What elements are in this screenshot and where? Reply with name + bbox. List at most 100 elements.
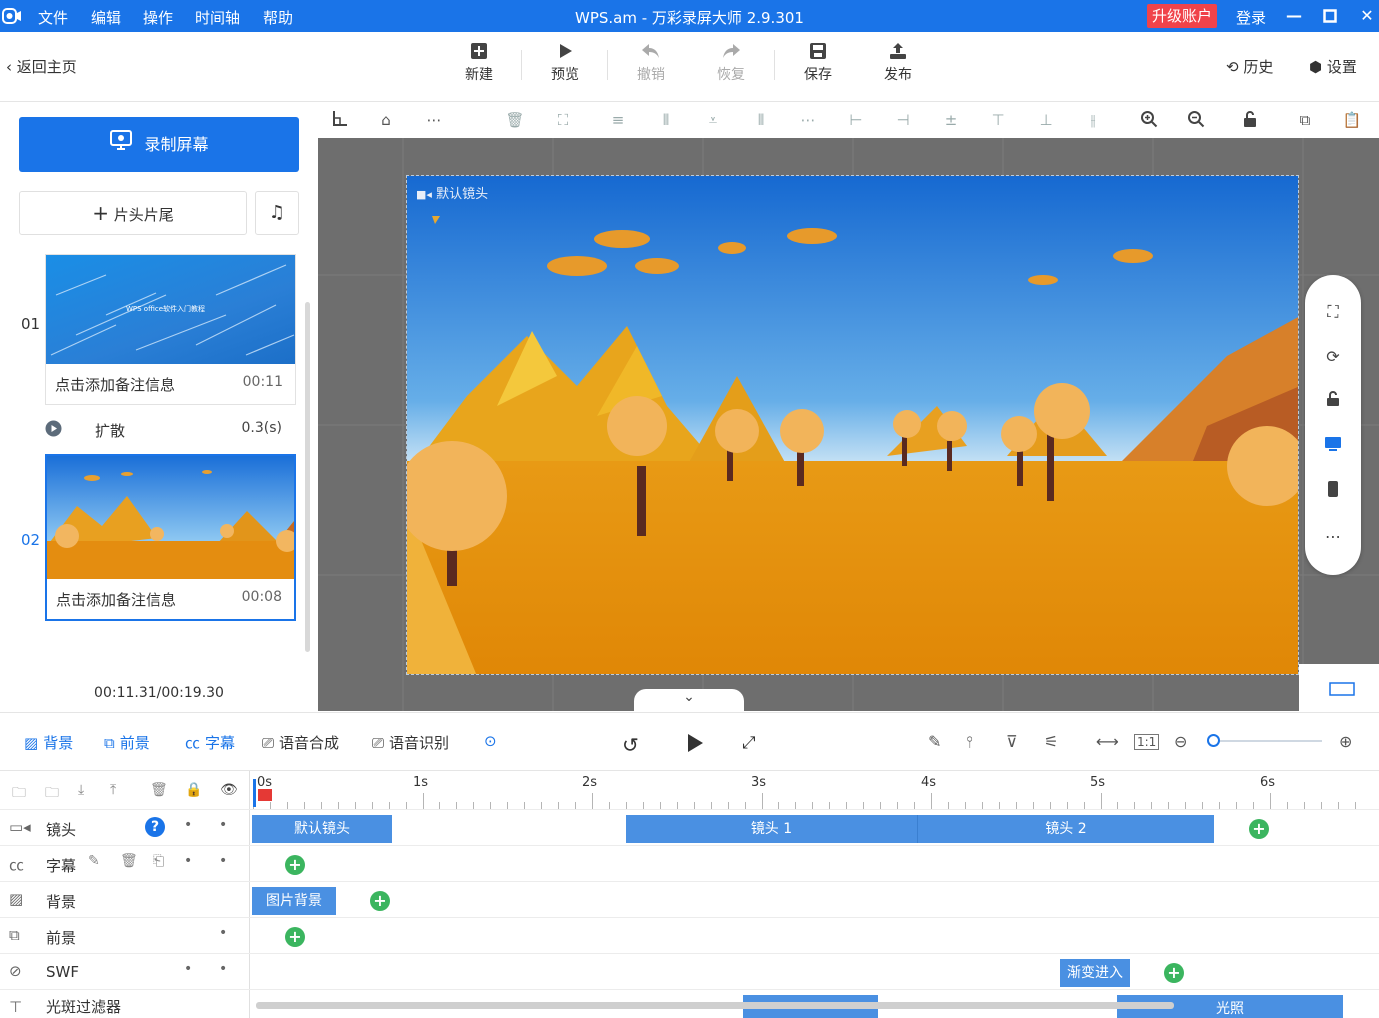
toolbar-divider xyxy=(607,50,608,80)
align-middle-icon[interactable]: ⫴ xyxy=(656,110,676,130)
add-folder-icon[interactable]: 🗀 xyxy=(12,782,26,806)
back-home-button[interactable]: ‹ 返回主页 xyxy=(6,56,77,77)
split-icon[interactable]: ⫯ xyxy=(966,732,973,752)
align-baseline-icon[interactable]: ⊥ xyxy=(1036,110,1056,130)
rotate-icon[interactable]: ⟳ xyxy=(1321,345,1345,369)
track-swf: ⊘ SWF • • 渐变进入 + xyxy=(0,953,1379,990)
distribute-h-icon[interactable]: ⦀ xyxy=(751,110,771,130)
new-folder-icon[interactable]: 🗀 xyxy=(45,782,59,806)
playhead[interactable] xyxy=(252,779,274,807)
scene-note[interactable]: 点击添加备注信息 xyxy=(56,589,176,610)
undo-button[interactable]: 撤销 xyxy=(626,42,676,84)
desktop-view-icon[interactable] xyxy=(1321,435,1345,459)
unlock-icon[interactable] xyxy=(1240,110,1260,130)
align-left-icon[interactable]: ⊢ xyxy=(846,110,866,130)
align-top-icon[interactable]: ⊤ xyxy=(988,110,1008,130)
zoom-in-circle-icon[interactable]: ⊕ xyxy=(1339,732,1352,751)
add-foreground-button[interactable]: + xyxy=(285,927,305,947)
transition-row[interactable]: 扩散 0.3(s) xyxy=(45,418,296,442)
add-swf-button[interactable]: + xyxy=(1164,963,1184,983)
delete-icon[interactable]: 🗑 xyxy=(150,782,168,798)
align-center-v-icon[interactable]: ± xyxy=(941,110,961,130)
publish-button[interactable]: 发布 xyxy=(873,42,923,84)
lock-icon[interactable] xyxy=(1321,390,1345,414)
time-ruler[interactable]: 0s 1s 2s 3s 4s 5s 6s xyxy=(252,771,1372,809)
scene-card-1[interactable]: WPS office软件入门教程 点击添加备注信息 00:11 xyxy=(45,254,296,405)
scene-note[interactable]: 点击添加备注信息 xyxy=(55,374,175,395)
adjust-icon[interactable]: ⚟ xyxy=(1044,732,1058,751)
more-icon[interactable]: ⋯ xyxy=(1321,525,1345,549)
settings-button[interactable]: ⬢ 设置 xyxy=(1309,56,1357,77)
save-button[interactable]: 保存 xyxy=(793,42,843,84)
add-keyframe-button[interactable]: + xyxy=(1249,819,1269,839)
tab-subtitle[interactable]: ㏄字幕 xyxy=(185,732,235,753)
collapse-timeline-button[interactable]: ⌄ xyxy=(634,689,744,711)
help-icon[interactable]: ? xyxy=(145,817,165,837)
move-down-icon[interactable]: ⤓ xyxy=(78,782,84,798)
play-icon[interactable] xyxy=(685,733,705,758)
music-button[interactable]: ♫ xyxy=(255,191,299,235)
record-screen-button[interactable]: 录制屏幕 xyxy=(19,117,299,172)
zoom-out-circle-icon[interactable]: ⊖ xyxy=(1174,732,1187,751)
clip-image-background[interactable]: 图片背景 xyxy=(252,887,336,915)
delete-icon[interactable]: 🗑 xyxy=(120,853,138,869)
timeline-scrollbar[interactable] xyxy=(256,1002,1174,1009)
eye-icon[interactable]: 👁 xyxy=(220,782,238,798)
add-background-button[interactable]: + xyxy=(370,891,390,911)
copy-icon[interactable]: ⧉ xyxy=(1295,110,1315,130)
zoom-in-icon[interactable] xyxy=(1139,110,1159,130)
scene-stage[interactable]: ■◂ 默认镜头 xyxy=(406,175,1299,675)
mobile-view-icon[interactable] xyxy=(1321,480,1345,504)
zoom-out-icon[interactable] xyxy=(1186,110,1206,130)
tab-background[interactable]: ▨ 背景 xyxy=(24,732,73,753)
scene-list-scrollbar[interactable] xyxy=(305,302,310,652)
edit-icon[interactable]: ✎ xyxy=(88,853,100,869)
filter-icon[interactable]: ⊽ xyxy=(1006,732,1018,751)
align-bottom-icon[interactable]: ⩡ xyxy=(703,110,723,130)
fit-screen-icon[interactable]: ⛶ xyxy=(1321,300,1345,324)
zoom-slider-track[interactable] xyxy=(1208,740,1322,742)
replay-icon[interactable]: ↺ xyxy=(622,733,639,757)
thumbnail-navigator[interactable] xyxy=(1299,664,1379,711)
preview-button[interactable]: 预览 xyxy=(540,42,590,84)
history-button[interactable]: ⟲ 历史 xyxy=(1226,56,1273,77)
close-icon[interactable]: ✕ xyxy=(1356,5,1378,27)
clip-default-camera[interactable]: 默认镜头 xyxy=(252,815,392,843)
crop-icon[interactable]: ⛶ xyxy=(553,110,573,130)
floating-tool-panel: ⛶ ⟳ ⋯ xyxy=(1305,275,1361,575)
paste-icon[interactable]: 📋 xyxy=(1342,110,1362,130)
more-circle-icon[interactable]: ⋯ xyxy=(424,110,444,130)
import-icon[interactable]: ⎗ xyxy=(153,853,164,869)
actual-size-icon[interactable]: 1:1 xyxy=(1134,734,1160,750)
tab-asr[interactable]: ⎚ 语音识别 xyxy=(372,732,449,753)
align-center-h-icon[interactable]: ≡ xyxy=(608,110,628,130)
lock-icon[interactable]: 🔒 xyxy=(185,782,202,798)
clip-camera-1[interactable]: 镜头 1 xyxy=(626,815,918,843)
new-button[interactable]: 新建 xyxy=(454,42,504,84)
home-icon[interactable]: ⌂ xyxy=(376,110,396,130)
fit-width-icon[interactable]: ⟷ xyxy=(1096,732,1119,751)
clip-camera-2[interactable]: 镜头 2 xyxy=(918,815,1214,843)
publish-label: 发布 xyxy=(884,67,912,83)
maximize-icon[interactable] xyxy=(1319,5,1341,27)
tab-tts[interactable]: ⎚ 语音合成 xyxy=(262,732,339,753)
add-subtitle-button[interactable]: + xyxy=(285,855,305,875)
minimize-icon[interactable]: — xyxy=(1283,5,1305,27)
align-right-icon[interactable]: ⊣ xyxy=(893,110,913,130)
title-tail-button[interactable]: + 片头片尾 xyxy=(19,191,247,235)
zoom-slider-handle[interactable] xyxy=(1207,734,1220,747)
login-link[interactable]: 登录 xyxy=(1236,7,1266,28)
more-circle-icon[interactable]: ⊙ xyxy=(484,732,497,750)
tab-foreground[interactable]: ⧉ 前景 xyxy=(104,732,150,753)
upgrade-account-button[interactable]: 升级账户 xyxy=(1147,4,1217,28)
fullscreen-icon[interactable]: ⤢ xyxy=(742,733,756,753)
scene-card-2[interactable]: 点击添加备注信息 00:08 xyxy=(45,454,296,621)
delete-icon[interactable]: 🗑 xyxy=(505,110,525,130)
distribute-v-icon[interactable]: ⋯ xyxy=(798,110,818,130)
move-up-icon[interactable]: ⤒ xyxy=(110,782,116,798)
align-vcenter-icon[interactable]: ⫲ xyxy=(1083,110,1103,130)
redo-button[interactable]: 恢复 xyxy=(706,42,756,84)
clip-fade-in[interactable]: 渐变进入 xyxy=(1060,959,1130,987)
edit-icon[interactable]: ✎ xyxy=(928,732,941,751)
ruler-icon[interactable] xyxy=(330,110,350,130)
